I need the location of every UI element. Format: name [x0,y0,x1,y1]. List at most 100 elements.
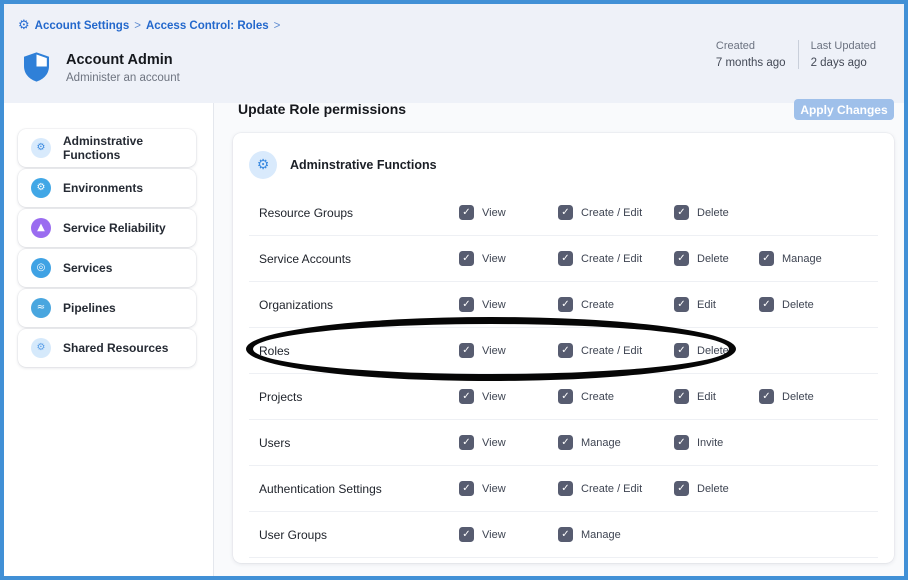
permission-label: Manage [581,529,621,541]
permission-checkbox[interactable]: ✓ [459,343,474,358]
check-icon: ✓ [677,346,685,356]
permission-label: Delete [697,207,729,219]
permission-checkbox[interactable]: ✓ [459,435,474,450]
permission-cell: ✓ Manage [558,435,674,450]
sidebar-item-pipelines[interactable]: ≈ Pipelines [18,289,196,327]
permission-checkbox[interactable]: ✓ [674,251,689,266]
permission-row-authentication-settings: Authentication Settings ✓ View ✓ Create … [249,466,878,512]
permission-checkbox[interactable]: ✓ [459,389,474,404]
page-subtitle: Administer an account [66,72,180,84]
permission-checkbox[interactable]: ✓ [674,205,689,220]
permission-label: Edit [697,391,716,403]
permission-checkbox[interactable]: ✓ [558,297,573,312]
permission-checkbox[interactable]: ✓ [674,435,689,450]
permission-label: Create [581,299,614,311]
permission-label: Create / Edit [581,253,642,265]
breadcrumb-account-settings[interactable]: Account Settings [35,20,130,32]
permission-cell: ✓ View [459,389,558,404]
permission-label: Delete [782,391,814,403]
permission-row-label: Projects [249,390,459,404]
permission-checkbox[interactable]: ✓ [558,205,573,220]
reliability-icon: ▲ [31,218,51,238]
permission-checkbox[interactable]: ✓ [459,251,474,266]
permission-checkbox[interactable]: ✓ [558,251,573,266]
sidebar-item-adminstrative-functions[interactable]: ⚙ Adminstrative Functions [18,129,196,167]
sidebar-item-services[interactable]: ◎ Services [18,249,196,287]
check-icon: ✓ [677,208,685,218]
account-role-permissions-page: ⚙ Account Settings > Access Control: Rol… [0,0,908,580]
check-icon: ✓ [762,392,770,402]
permission-checkbox[interactable]: ✓ [558,343,573,358]
check-icon: ✓ [462,300,470,310]
permission-label: Create / Edit [581,207,642,219]
permission-checkbox[interactable]: ✓ [558,389,573,404]
main-panel: Update Role permissions Apply Changes ⚙ … [213,103,904,576]
permission-cell: ✓ Create / Edit [558,205,674,220]
permission-checkbox[interactable]: ✓ [759,297,774,312]
permission-checkbox[interactable]: ✓ [558,481,573,496]
created-value: 7 months ago [716,57,786,69]
permission-row-projects: Projects ✓ View ✓ Create ✓ Edit ✓ Delete [249,374,878,420]
apply-changes-button[interactable]: Apply Changes [794,99,894,120]
created-block: Created 7 months ago [704,40,798,69]
sidebar-item-label: Shared Resources [63,341,168,355]
permission-cell: ✓ Create / Edit [558,251,674,266]
permission-cell: ✓ Delete [759,297,878,312]
role-shield-icon [24,52,49,82]
permission-label: View [482,207,506,219]
permission-checkbox[interactable]: ✓ [674,297,689,312]
permission-checkbox[interactable]: ✓ [558,435,573,450]
sidebar-item-label: Adminstrative Functions [63,134,196,162]
check-icon: ✓ [462,392,470,402]
permission-checkbox[interactable]: ✓ [459,527,474,542]
permission-row-label: Roles [249,344,459,358]
permission-row-label: User Groups [249,528,459,542]
permission-cell: ✓ Manage [558,527,674,542]
permission-cell: ✓ Delete [759,389,878,404]
check-icon: ✓ [561,300,569,310]
sidebar-item-label: Service Reliability [63,221,166,235]
permission-row-roles: Roles ✓ View ✓ Create / Edit ✓ Delete [249,328,878,374]
permission-checkbox[interactable]: ✓ [459,481,474,496]
check-icon: ✓ [677,254,685,264]
permission-label: Manage [782,253,822,265]
permission-label: Create / Edit [581,483,642,495]
sidebar-item-service-reliability[interactable]: ▲ Service Reliability [18,209,196,247]
permission-cell: ✓ Delete [674,343,759,358]
permission-label: View [482,529,506,541]
permission-cell: ✓ Edit [674,297,759,312]
permission-checkbox[interactable]: ✓ [459,297,474,312]
permissions-rows: Resource Groups ✓ View ✓ Create / Edit ✓… [249,190,878,558]
permission-row-label: Resource Groups [249,206,459,220]
sidebar-item-shared-resources[interactable]: ⚙ Shared Resources [18,329,196,367]
check-icon: ✓ [462,208,470,218]
permission-cell: ✓ Edit [674,389,759,404]
permission-checkbox[interactable]: ✓ [459,205,474,220]
permission-checkbox[interactable]: ✓ [759,389,774,404]
permission-checkbox[interactable]: ✓ [674,389,689,404]
permission-row-user-groups: User Groups ✓ View ✓ Manage [249,512,878,558]
permission-label: View [482,437,506,449]
permission-cell: ✓ Create / Edit [558,481,674,496]
sidebar-item-label: Services [63,261,112,275]
permission-cell: ✓ View [459,435,558,450]
permission-row-organizations: Organizations ✓ View ✓ Create ✓ Edit ✓ D… [249,282,878,328]
permission-cell: ✓ Create / Edit [558,343,674,358]
permission-row-label: Users [249,436,459,450]
permission-checkbox[interactable]: ✓ [674,343,689,358]
breadcrumb-access-control-roles[interactable]: Access Control: Roles [146,20,269,32]
last-updated-block: Last Updated 2 days ago [798,40,888,69]
permission-label: View [482,299,506,311]
sidebar-nav: ⚙ Adminstrative Functions ⚙ Environments… [4,103,213,367]
breadcrumb-separator: > [134,20,141,32]
permission-checkbox[interactable]: ✓ [558,527,573,542]
permission-checkbox[interactable]: ✓ [759,251,774,266]
permission-label: Delete [697,483,729,495]
permission-label: Edit [697,299,716,311]
permission-label: Delete [697,253,729,265]
permission-row-users: Users ✓ View ✓ Manage ✓ Invite [249,420,878,466]
permission-checkbox[interactable]: ✓ [674,481,689,496]
check-icon: ✓ [462,530,470,540]
sidebar-item-environments[interactable]: ⚙ Environments [18,169,196,207]
shared-icon: ⚙ [31,338,51,358]
